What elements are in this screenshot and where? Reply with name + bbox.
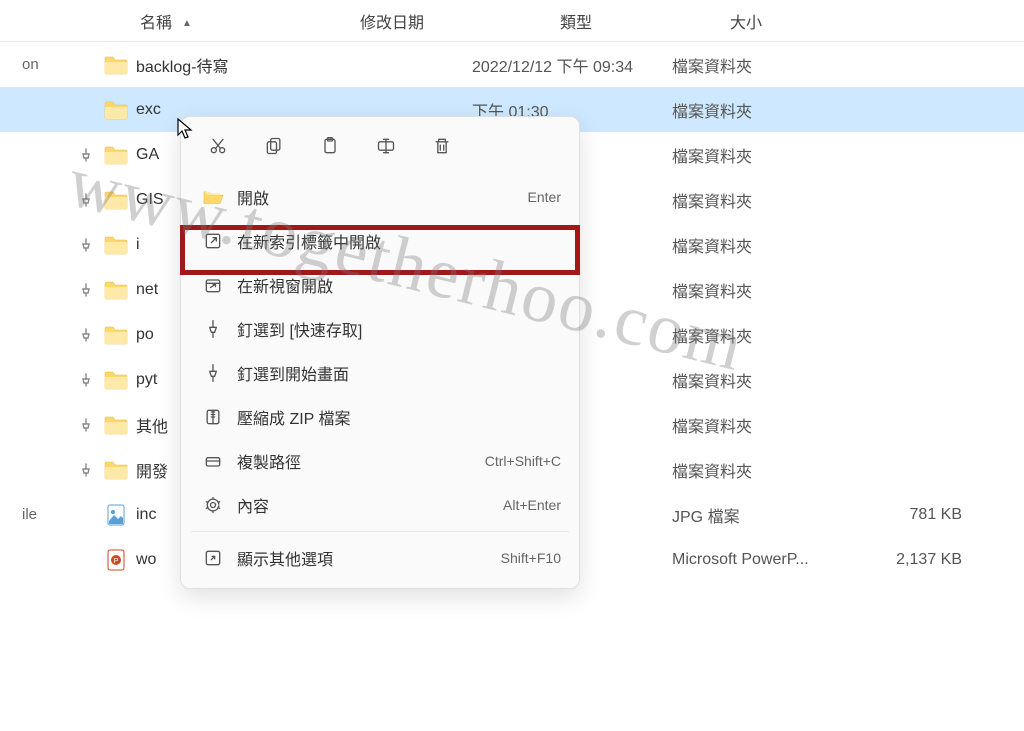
menu-item-shortcut: Enter xyxy=(528,189,561,205)
menu-item-label: 釘選到 [快速存取] xyxy=(227,317,561,341)
file-type: 檔案資料夾 xyxy=(672,323,842,347)
rename-button[interactable] xyxy=(369,131,403,161)
newtab-icon xyxy=(199,231,227,251)
menu-item-shortcut: Shift+F10 xyxy=(501,550,561,566)
open-icon xyxy=(199,188,227,206)
menu-item-newwin[interactable]: 在新視窗開啟 xyxy=(181,263,579,307)
folder-icon xyxy=(100,235,132,255)
menu-item-label: 在新視窗開啟 xyxy=(227,273,561,297)
pin-indicator-icon xyxy=(0,193,100,207)
file-size: 781 KB xyxy=(842,506,992,524)
file-type: JPG 檔案 xyxy=(672,503,842,527)
folder-icon xyxy=(100,100,132,120)
menu-item-label: 複製路徑 xyxy=(227,449,485,473)
sidebar-fragment: on xyxy=(22,56,39,73)
menu-item-shortcut: Alt+Enter xyxy=(503,497,561,513)
menu-separator xyxy=(191,531,569,532)
cut-button[interactable] xyxy=(201,131,235,161)
pin-indicator-icon xyxy=(0,238,100,252)
pin-indicator-icon xyxy=(0,463,100,477)
column-headers: 名稱 ▲ 修改日期 類型 大小 xyxy=(0,0,1024,42)
file-type: 檔案資料夾 xyxy=(672,458,842,482)
menu-item-label: 釘選到開始畫面 xyxy=(227,361,561,385)
props-icon xyxy=(199,495,227,515)
ppt-icon: P xyxy=(100,549,132,571)
file-type: 檔案資料夾 xyxy=(672,143,842,167)
file-type: 檔案資料夾 xyxy=(672,278,842,302)
file-type: 檔案資料夾 xyxy=(672,233,842,257)
header-size[interactable]: 大小 xyxy=(730,9,880,33)
pin-icon xyxy=(199,319,227,339)
pin-icon xyxy=(199,363,227,383)
header-date[interactable]: 修改日期 xyxy=(360,9,560,33)
folder-icon xyxy=(100,55,132,75)
folder-icon xyxy=(100,145,132,165)
menu-item-label: 顯示其他選項 xyxy=(227,546,501,570)
pin-indicator-icon xyxy=(0,148,100,162)
table-row[interactable]: on backlog-待寫 2022/12/12 下午 09:34 檔案資料夾 xyxy=(0,42,1024,87)
menu-item-props[interactable]: 內容 Alt+Enter xyxy=(181,483,579,527)
menu-item-newtab[interactable]: 在新索引標籤中開啟 xyxy=(181,219,579,263)
context-menu: 開啟 Enter 在新索引標籤中開啟 在新視窗開啟 釘選到 [快速存取] 釘選到… xyxy=(180,116,580,589)
menu-item-more[interactable]: 顯示其他選項 Shift+F10 xyxy=(181,536,579,580)
menu-item-copypath[interactable]: 複製路徑 Ctrl+Shift+C xyxy=(181,439,579,483)
sidebar-fragment: ile xyxy=(22,506,37,523)
header-type[interactable]: 類型 xyxy=(560,9,730,33)
pin-indicator-icon xyxy=(0,418,100,432)
copy-button[interactable] xyxy=(257,131,291,161)
file-type: Microsoft PowerP... xyxy=(672,551,842,569)
menu-item-pin[interactable]: 釘選到 [快速存取] xyxy=(181,307,579,351)
pin-indicator-icon xyxy=(0,328,100,342)
pin-indicator-icon xyxy=(0,283,100,297)
sort-indicator-icon: ▲ xyxy=(182,18,192,29)
folder-icon xyxy=(100,460,132,480)
menu-item-open[interactable]: 開啟 Enter xyxy=(181,175,579,219)
file-type: 檔案資料夾 xyxy=(672,413,842,437)
zip-icon xyxy=(199,407,227,427)
menu-item-label: 壓縮成 ZIP 檔案 xyxy=(227,405,561,429)
delete-button[interactable] xyxy=(425,131,459,161)
paste-button[interactable] xyxy=(313,131,347,161)
file-type: 檔案資料夾 xyxy=(672,53,842,77)
menu-item-label: 開啟 xyxy=(227,185,528,209)
header-name[interactable]: 名稱 ▲ xyxy=(0,9,360,33)
svg-text:P: P xyxy=(114,558,119,565)
more-icon xyxy=(199,548,227,568)
header-name-label: 名稱 xyxy=(140,15,172,32)
folder-icon xyxy=(100,280,132,300)
copypath-icon xyxy=(199,451,227,471)
file-date: 2022/12/12 下午 09:34 xyxy=(472,53,672,77)
file-type: 檔案資料夾 xyxy=(672,98,842,122)
menu-item-zip[interactable]: 壓縮成 ZIP 檔案 xyxy=(181,395,579,439)
menu-item-label: 在新索引標籤中開啟 xyxy=(227,229,561,253)
file-type: 檔案資料夾 xyxy=(672,188,842,212)
jpg-icon xyxy=(100,504,132,526)
folder-icon xyxy=(100,325,132,345)
menu-item-shortcut: Ctrl+Shift+C xyxy=(485,453,561,469)
menu-item-pin[interactable]: 釘選到開始畫面 xyxy=(181,351,579,395)
newwin-icon xyxy=(199,275,227,295)
file-name: backlog-待寫 xyxy=(132,53,472,77)
folder-icon xyxy=(100,190,132,210)
file-type: 檔案資料夾 xyxy=(672,368,842,392)
file-size: 2,137 KB xyxy=(842,551,992,569)
folder-icon xyxy=(100,370,132,390)
folder-icon xyxy=(100,415,132,435)
menu-item-label: 內容 xyxy=(227,493,503,517)
pin-indicator-icon xyxy=(0,373,100,387)
context-toolbar xyxy=(181,117,579,175)
